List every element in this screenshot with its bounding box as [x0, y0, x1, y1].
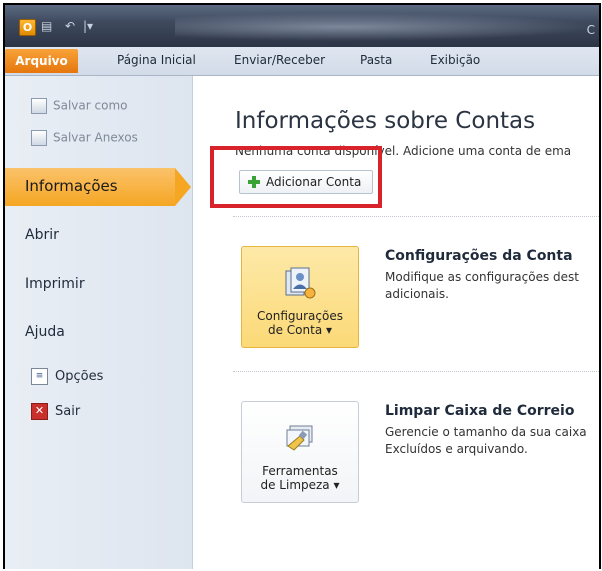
options-icon: ≡ — [31, 368, 48, 385]
outlook-app-icon[interactable]: O — [19, 19, 36, 36]
sidebar-item-exit[interactable]: ✕ Sair — [31, 403, 80, 420]
save-icon[interactable]: ▤ — [41, 19, 52, 33]
sidebar-item-print[interactable]: Imprimir — [25, 276, 85, 292]
sidebar-item-options[interactable]: ≡ Opções — [31, 368, 103, 385]
tab-send-receive[interactable]: Enviar/Receber — [234, 53, 325, 67]
window-title: C — [586, 23, 595, 37]
ribbon-tabs: Arquivo Página Inicial Enviar/Receber Pa… — [5, 47, 599, 76]
backstage-sidebar: Salvar como Salvar Anexos Informações Ab… — [5, 76, 193, 569]
options-label: Opções — [55, 369, 104, 384]
divider — [233, 371, 599, 372]
cleanup-label-2: de Limpeza ▾ — [260, 478, 340, 492]
attachments-icon — [31, 130, 47, 146]
account-settings-label-2: de Conta ▾ — [267, 323, 333, 337]
save-as-item[interactable]: Salvar como — [31, 98, 127, 114]
account-settings-desc-1: Modifique as configurações dest — [385, 270, 580, 284]
undo-icon[interactable]: ↶ — [65, 19, 75, 33]
sidebar-item-open[interactable]: Abrir — [25, 227, 59, 243]
sidebar-item-help[interactable]: Ajuda — [25, 324, 65, 340]
outlook-window: O ▤ ↶ |▾ C Arquivo Página Inicial Enviar… — [3, 3, 601, 569]
sidebar-item-info-label: Informações — [25, 177, 118, 195]
cleanup-label-1: Ferramentas — [262, 464, 338, 478]
cleanup-desc-2: Excluídos e arquivando. — [385, 442, 528, 456]
tab-folder[interactable]: Pasta — [360, 53, 392, 67]
sidebar-item-info[interactable]: Informações — [5, 168, 191, 206]
customize-qat-icon[interactable]: |▾ — [83, 19, 93, 33]
account-settings-button[interactable]: Configurações de Conta ▾ — [241, 246, 359, 348]
save-attachments-label: Salvar Anexos — [53, 130, 138, 145]
cleanup-tools-button[interactable]: Ferramentas de Limpeza ▾ — [241, 401, 359, 503]
title-bar: O ▤ ↶ |▾ C — [5, 5, 599, 47]
account-settings-icon — [285, 267, 316, 299]
tab-home[interactable]: Página Inicial — [117, 53, 196, 67]
title-blur — [175, 13, 595, 41]
highlight-box — [210, 146, 382, 208]
cleanup-desc-1: Gerencie o tamanho da sua caixa — [385, 425, 587, 439]
save-attachments-item[interactable]: Salvar Anexos — [31, 130, 138, 146]
close-icon: ✕ — [31, 403, 48, 420]
tab-view[interactable]: Exibição — [430, 53, 480, 67]
page-title: Informações sobre Contas — [235, 108, 536, 134]
account-settings-title: Configurações da Conta — [385, 248, 573, 264]
divider — [233, 216, 599, 217]
cleanup-tools-icon — [286, 425, 313, 451]
account-settings-desc-2: adicionais. — [385, 287, 449, 301]
cleanup-title: Limpar Caixa de Correio — [385, 403, 575, 419]
save-as-label: Salvar como — [53, 98, 128, 113]
save-as-icon — [31, 98, 47, 114]
exit-label: Sair — [55, 404, 81, 419]
tab-file[interactable]: Arquivo — [5, 49, 78, 73]
account-settings-label-1: Configurações — [257, 309, 343, 323]
